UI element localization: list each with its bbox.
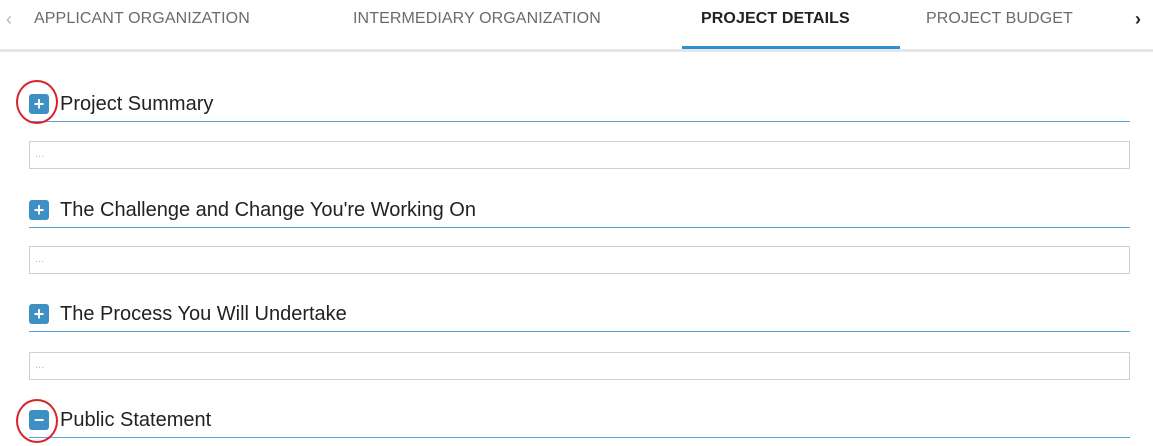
field-ellipsis: ... [35,148,45,160]
section-header-public-statement[interactable]: − Public Statement [29,405,1130,438]
process-field[interactable]: ... [29,352,1130,380]
tab-applicant-organization[interactable]: APPLICANT ORGANIZATION [34,9,250,29]
project-summary-field[interactable]: ... [29,141,1130,169]
section-header-project-summary[interactable]: + Project Summary [29,89,1130,122]
active-tab-indicator [682,46,900,49]
tab-project-details[interactable]: PROJECT DETAILS [701,9,850,29]
tabs-next-arrow-icon[interactable]: › [1135,8,1141,30]
tab-bar: ‹ APPLICANT ORGANIZATION INTERMEDIARY OR… [0,0,1153,52]
field-ellipsis: ... [35,359,45,371]
expand-plus-icon[interactable]: + [29,304,49,324]
challenge-and-change-field[interactable]: ... [29,246,1130,274]
annotation-circle [16,399,58,443]
field-ellipsis: ... [35,253,45,265]
section-header-challenge-and-change[interactable]: + The Challenge and Change You're Workin… [29,195,1130,228]
tabs-prev-arrow-icon[interactable]: ‹ [6,8,12,30]
section-header-process[interactable]: + The Process You Will Undertake [29,299,1130,332]
tab-intermediary-organization[interactable]: INTERMEDIARY ORGANIZATION [353,9,601,29]
section-title: The Process You Will Undertake [60,303,347,325]
annotation-circle [16,80,58,124]
tab-project-budget[interactable]: PROJECT BUDGET [926,9,1073,29]
section-title: The Challenge and Change You're Working … [60,199,476,221]
section-title: Public Statement [60,409,212,431]
expand-plus-icon[interactable]: + [29,200,49,220]
section-title: Project Summary [60,93,214,115]
